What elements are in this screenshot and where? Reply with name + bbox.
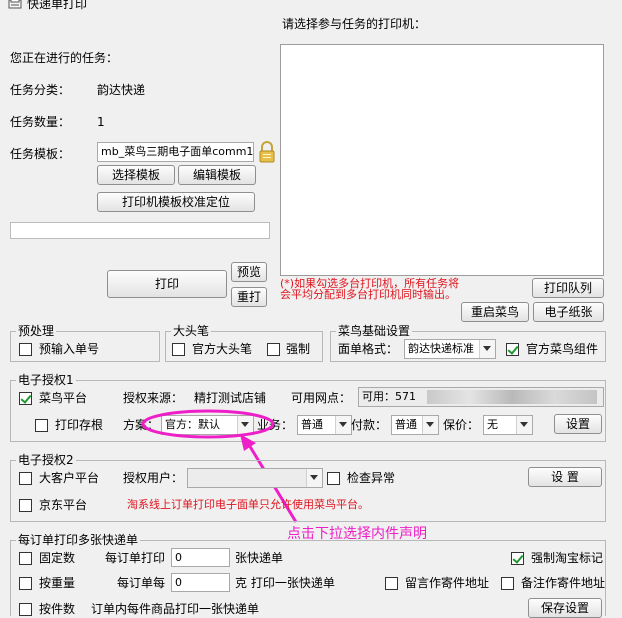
auth2-group: 电子授权2 大客户平台 授权用户： 检查异常 设 置 京东平台 淘系线上订单打印… [10,453,606,522]
annotation-ellipse [141,409,275,439]
by-weight-checkbox[interactable] [19,577,32,590]
per-unit-label: 每订单每 [117,576,166,590]
multi-group: 每订单打印多张快递单 固定数 每订单打印 0 张快递单 强制淘宝标记 按重量 每… [10,533,606,618]
annotation-overlay [141,409,298,523]
sender-addr-checkbox[interactable] [385,577,398,590]
note-addr-label: 备注作寄件地址 [521,576,606,590]
force-taobao-label: 强制淘宝标记 [531,551,604,565]
multi-title: 每订单打印多张快递单 [16,533,141,547]
per-unit-input[interactable]: 0 [171,573,230,592]
by-weight-label: 按重量 [39,576,76,590]
by-item-text: 订单内每件商品打印一张快递单 [91,602,260,616]
annotation-arrowhead [240,434,256,451]
save-settings-button[interactable]: 保存设置 [528,598,602,618]
jd-platform-label: 京东平台 [39,498,88,512]
per-order-input[interactable]: 0 [171,548,230,567]
check-abnormal-checkbox[interactable] [327,472,340,485]
jd-platform-checkbox[interactable] [19,499,32,512]
auth-user-select[interactable] [187,468,323,488]
chevron-down-icon [306,469,322,487]
big-customer-checkbox[interactable] [19,472,32,485]
force-taobao-checkbox[interactable] [511,552,524,565]
check-abnormal-label: 检查异常 [347,471,396,485]
big-customer-label: 大客户平台 [39,471,100,485]
note-addr-checkbox[interactable] [501,577,514,590]
platform-warning: 淘系线上订单打印电子面单只允许使用菜鸟平台。 [127,498,369,511]
per-order-label: 每订单打印 [105,551,166,565]
sender-addr-label: 留言作寄件地址 [405,576,490,590]
auth2-settings-button[interactable]: 设 置 [528,467,602,487]
fixed-count-checkbox[interactable] [19,552,32,565]
per-order-unit: 张快递单 [235,551,284,565]
fixed-count-label: 固定数 [39,551,76,565]
auth2-title: 电子授权2 [16,453,76,467]
by-item-label: 按件数 [39,602,76,616]
by-item-checkbox[interactable] [19,603,32,616]
auth-user-label: 授权用户： [123,471,184,485]
per-unit-unit: 克 打印一张快递单 [235,576,335,590]
